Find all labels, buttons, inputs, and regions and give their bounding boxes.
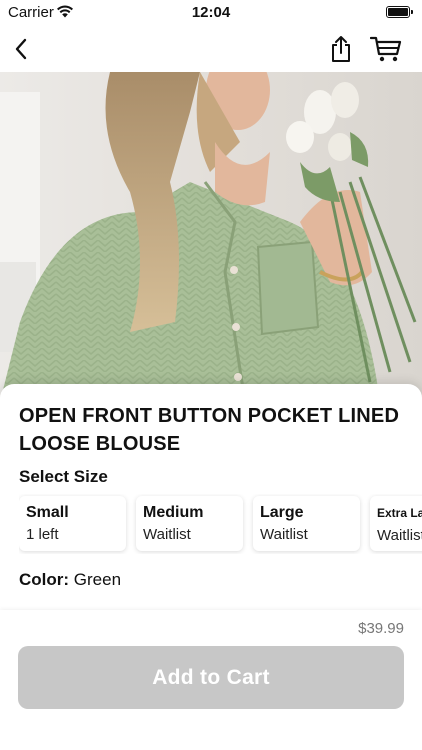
color-value: Green (73, 570, 122, 589)
cart-icon (370, 36, 402, 62)
size-options: Small 1 left Medium Waitlist Large Waitl… (19, 494, 422, 554)
size-availability: Waitlist (377, 527, 422, 544)
size-availability: 1 left (26, 526, 59, 543)
color-info: Color: Green (19, 570, 121, 590)
size-option-small[interactable]: Small 1 left (19, 496, 126, 551)
back-button[interactable] (4, 32, 38, 66)
checkout-footer: $39.99 Add to Cart (0, 610, 422, 750)
size-availability: Waitlist (260, 526, 308, 543)
size-option-medium[interactable]: Medium Waitlist (136, 496, 243, 551)
status-bar: Carrier 12:04 (0, 0, 422, 26)
share-icon (332, 36, 350, 62)
product-price: $39.99 (358, 620, 404, 637)
color-label: Color: (19, 570, 70, 589)
product-photo (0, 72, 422, 402)
product-title: OPEN FRONT BUTTON POCKET LINED LOOSE BLO… (19, 405, 400, 455)
size-name: Small (26, 504, 69, 521)
product-details-sheet: OPEN FRONT BUTTON POCKET LINED LOOSE BLO… (0, 384, 422, 610)
size-option-extra-large[interactable]: Extra Large Waitlist (370, 496, 422, 551)
size-name: Medium (143, 504, 204, 521)
size-name: Large (260, 504, 304, 521)
status-time: 12:04 (191, 4, 231, 21)
navigation-bar (0, 26, 422, 72)
size-option-large[interactable]: Large Waitlist (253, 496, 360, 551)
add-to-cart-button[interactable]: Add to Cart (18, 646, 404, 709)
cart-button[interactable] (366, 32, 406, 66)
size-name: Extra Large (377, 506, 422, 520)
battery-icon (386, 6, 413, 18)
size-availability: Waitlist (143, 526, 191, 543)
share-button[interactable] (324, 32, 358, 66)
chevron-left-icon (15, 38, 27, 60)
product-image[interactable] (0, 72, 422, 402)
select-size-label: Select Size (19, 467, 108, 486)
